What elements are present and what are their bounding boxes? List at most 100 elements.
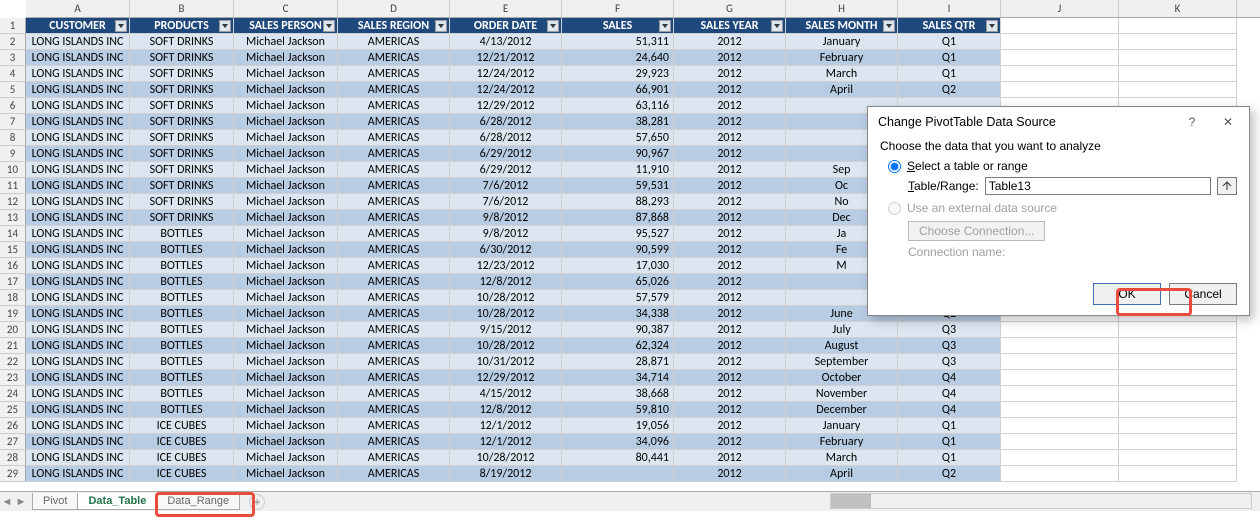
cell-sales[interactable]: 65,026 — [562, 274, 674, 290]
cell-sales[interactable]: 11,910 — [562, 162, 674, 178]
cell-sales_region[interactable]: AMERICAS — [338, 258, 450, 274]
cell-products[interactable]: SOFT DRINKS — [130, 82, 234, 98]
cell-sales[interactable]: 24,640 — [562, 50, 674, 66]
cell-sales[interactable] — [562, 466, 674, 482]
cell-sales_month[interactable]: September — [786, 354, 898, 370]
cell-sales_region[interactable]: AMERICAS — [338, 338, 450, 354]
cell-order_date[interactable]: 7/6/2012 — [450, 178, 562, 194]
cell-sales[interactable]: 19,056 — [562, 418, 674, 434]
cell-sales_region[interactable]: AMERICAS — [338, 322, 450, 338]
cell-sales_month[interactable]: August — [786, 338, 898, 354]
cell-sales_region[interactable]: AMERICAS — [338, 66, 450, 82]
column-header-E[interactable]: E — [450, 0, 562, 17]
row-number[interactable]: 24 — [0, 386, 26, 402]
cell-sales[interactable]: 87,868 — [562, 210, 674, 226]
cell-customer[interactable]: LONG ISLANDS INC — [26, 370, 130, 386]
cell-order_date[interactable]: 10/28/2012 — [450, 450, 562, 466]
column-header-J[interactable]: J — [1001, 0, 1119, 17]
sheet-tab-pivot[interactable]: Pivot — [32, 493, 78, 510]
empty-cell[interactable] — [1119, 434, 1237, 450]
cell-sales_person[interactable]: Michael Jackson — [234, 34, 338, 50]
radio-select-table-range-input[interactable] — [888, 160, 901, 173]
cell-sales[interactable]: 17,030 — [562, 258, 674, 274]
empty-cell[interactable] — [1119, 466, 1237, 482]
cell-order_date[interactable]: 12/1/2012 — [450, 434, 562, 450]
tab-nav-next-icon[interactable]: ► — [14, 494, 28, 510]
row-number[interactable]: 25 — [0, 402, 26, 418]
cell-sales_month[interactable]: January — [786, 418, 898, 434]
row-number[interactable]: 1 — [0, 18, 26, 34]
cell-sales_month[interactable]: July — [786, 322, 898, 338]
cell-sales[interactable]: 62,324 — [562, 338, 674, 354]
cell-customer[interactable]: LONG ISLANDS INC — [26, 354, 130, 370]
range-picker-button[interactable] — [1217, 177, 1237, 195]
column-header-K[interactable]: K — [1119, 0, 1237, 17]
cell-sales_person[interactable]: Michael Jackson — [234, 402, 338, 418]
cell-order_date[interactable]: 10/28/2012 — [450, 338, 562, 354]
empty-cell[interactable] — [1119, 354, 1237, 370]
cell-sales[interactable]: 88,293 — [562, 194, 674, 210]
cell-order_date[interactable]: 9/8/2012 — [450, 226, 562, 242]
ok-button[interactable]: OK — [1093, 283, 1161, 305]
cell-sales_qtr[interactable]: Q1 — [898, 66, 1001, 82]
row-number[interactable]: 8 — [0, 130, 26, 146]
cell-sales_region[interactable]: AMERICAS — [338, 34, 450, 50]
cell-order_date[interactable]: 12/1/2012 — [450, 418, 562, 434]
cell-customer[interactable]: LONG ISLANDS INC — [26, 130, 130, 146]
cell-products[interactable]: BOTTLES — [130, 386, 234, 402]
cell-products[interactable]: SOFT DRINKS — [130, 50, 234, 66]
empty-cell[interactable] — [1119, 82, 1237, 98]
cell-sales_year[interactable]: 2012 — [674, 290, 786, 306]
cell-sales_region[interactable]: AMERICAS — [338, 242, 450, 258]
cell-customer[interactable]: LONG ISLANDS INC — [26, 322, 130, 338]
cell-customer[interactable]: LONG ISLANDS INC — [26, 178, 130, 194]
row-number[interactable]: 23 — [0, 370, 26, 386]
column-header-B[interactable]: B — [130, 0, 234, 17]
cell-order_date[interactable]: 4/15/2012 — [450, 386, 562, 402]
cell-sales_qtr[interactable]: Q3 — [898, 354, 1001, 370]
row-number[interactable]: 20 — [0, 322, 26, 338]
cell-products[interactable]: BOTTLES — [130, 290, 234, 306]
row-number[interactable]: 16 — [0, 258, 26, 274]
cell-order_date[interactable]: 12/8/2012 — [450, 402, 562, 418]
empty-cell[interactable] — [1119, 370, 1237, 386]
cell-sales_year[interactable]: 2012 — [674, 178, 786, 194]
cell-sales_person[interactable]: Michael Jackson — [234, 258, 338, 274]
cell-sales_region[interactable]: AMERICAS — [338, 386, 450, 402]
empty-cell[interactable] — [1001, 450, 1119, 466]
cell-sales_region[interactable]: AMERICAS — [338, 418, 450, 434]
cell-sales_year[interactable]: 2012 — [674, 210, 786, 226]
table-header-customer[interactable]: CUSTOMER — [26, 18, 130, 34]
row-number[interactable]: 13 — [0, 210, 26, 226]
cell-order_date[interactable]: 9/8/2012 — [450, 210, 562, 226]
empty-cell[interactable] — [1119, 34, 1237, 50]
cell-sales[interactable]: 29,923 — [562, 66, 674, 82]
cell-sales_year[interactable]: 2012 — [674, 386, 786, 402]
cell-sales_month[interactable]: February — [786, 50, 898, 66]
cell-sales_person[interactable]: Michael Jackson — [234, 226, 338, 242]
cell-products[interactable]: BOTTLES — [130, 258, 234, 274]
empty-cell[interactable] — [1119, 450, 1237, 466]
cell-order_date[interactable]: 12/24/2012 — [450, 66, 562, 82]
column-header-H[interactable]: H — [786, 0, 898, 17]
cell-sales_qtr[interactable]: Q1 — [898, 34, 1001, 50]
cell-sales[interactable]: 80,441 — [562, 450, 674, 466]
cell-products[interactable]: ICE CUBES — [130, 418, 234, 434]
table-header-sales_region[interactable]: SALES REGION — [338, 18, 450, 34]
row-number[interactable]: 26 — [0, 418, 26, 434]
cell-customer[interactable]: LONG ISLANDS INC — [26, 402, 130, 418]
cell-sales_person[interactable]: Michael Jackson — [234, 130, 338, 146]
table-header-sales_month[interactable]: SALES MONTH — [786, 18, 898, 34]
cell-sales[interactable]: 38,281 — [562, 114, 674, 130]
cell-sales_person[interactable]: Michael Jackson — [234, 338, 338, 354]
cell-sales_qtr[interactable]: Q2 — [898, 466, 1001, 482]
cell-sales_year[interactable]: 2012 — [674, 258, 786, 274]
filter-dropdown-icon[interactable] — [115, 20, 127, 32]
cell-sales[interactable]: 90,387 — [562, 322, 674, 338]
cell-sales_year[interactable]: 2012 — [674, 130, 786, 146]
cell-sales_person[interactable]: Michael Jackson — [234, 466, 338, 482]
row-number[interactable]: 28 — [0, 450, 26, 466]
row-number[interactable]: 15 — [0, 242, 26, 258]
cell-products[interactable]: ICE CUBES — [130, 450, 234, 466]
cell-order_date[interactable]: 6/29/2012 — [450, 146, 562, 162]
